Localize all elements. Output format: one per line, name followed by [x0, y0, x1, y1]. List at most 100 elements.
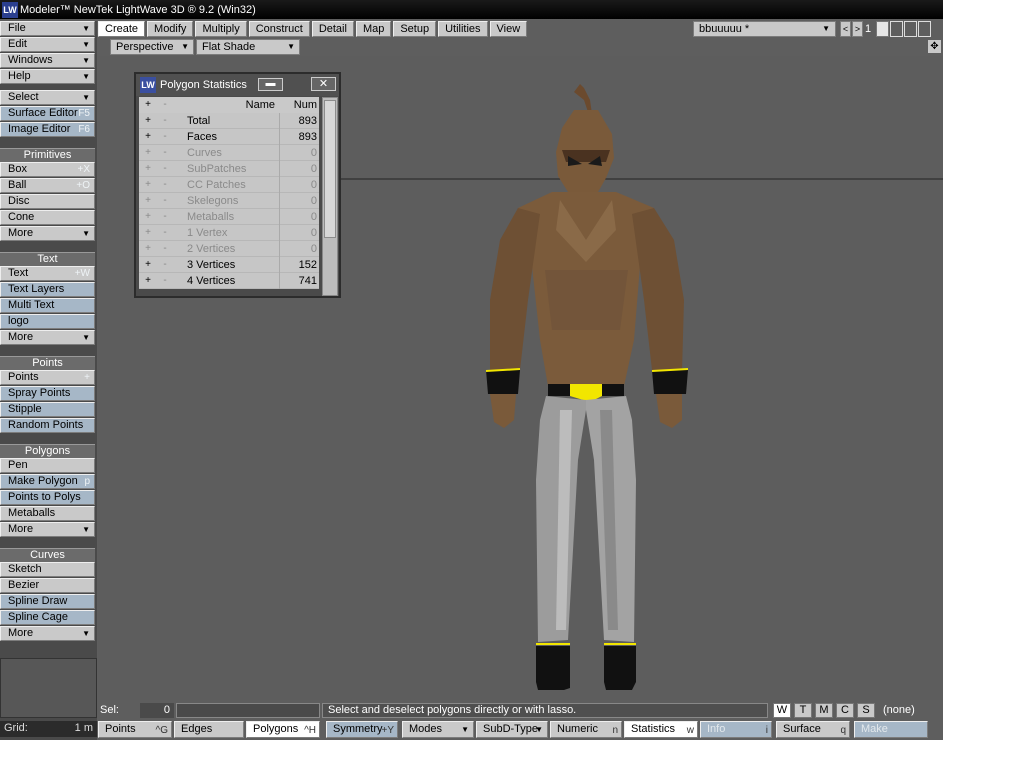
- scrollbar-thumb[interactable]: [324, 100, 336, 238]
- stats-row[interactable]: + - CC Patches 0: [139, 177, 319, 193]
- spray-points-button[interactable]: Spray Points: [0, 386, 95, 401]
- stats-panel-titlebar[interactable]: LW Polygon Statistics ▬ ✕: [136, 74, 339, 96]
- minimize-button[interactable]: ▬: [258, 78, 283, 91]
- polygons-mode-button[interactable]: Polygons ^H: [246, 721, 320, 738]
- row-select-plus[interactable]: +: [142, 273, 154, 289]
- polygon-statistics-panel[interactable]: LW Polygon Statistics ▬ ✕ + - Name Num +…: [134, 72, 341, 298]
- select-menu[interactable]: Select: [0, 90, 95, 105]
- sketch-button[interactable]: Sketch: [0, 562, 95, 577]
- edges-mode-button[interactable]: Edges: [174, 721, 244, 738]
- tab-map[interactable]: Map: [355, 21, 392, 37]
- tab-modify[interactable]: Modify: [147, 21, 194, 37]
- row-deselect-minus[interactable]: -: [159, 113, 171, 129]
- primitives-more-button[interactable]: More: [0, 226, 95, 241]
- row-select-plus[interactable]: +: [142, 257, 154, 273]
- layer-box-4[interactable]: [918, 21, 931, 37]
- stats-row[interactable]: + - 1 Vertex 0: [139, 225, 319, 241]
- stats-row[interactable]: + - 2 Vertices 0: [139, 241, 319, 257]
- multi-text-button[interactable]: Multi Text: [0, 298, 95, 313]
- bezier-button[interactable]: Bezier: [0, 578, 95, 593]
- row-deselect-minus[interactable]: -: [159, 193, 171, 209]
- points-button[interactable]: Points +: [0, 370, 95, 385]
- make-polygon-button[interactable]: Make Polygon p: [0, 474, 95, 489]
- cone-button[interactable]: Cone: [0, 210, 95, 225]
- stats-row[interactable]: + - Curves 0: [139, 145, 319, 161]
- row-deselect-minus[interactable]: -: [159, 161, 171, 177]
- row-select-plus[interactable]: +: [142, 241, 154, 257]
- make-button[interactable]: Make: [854, 721, 928, 738]
- row-select-plus[interactable]: +: [142, 129, 154, 145]
- next-layer-button[interactable]: >: [852, 21, 863, 37]
- tab-detail[interactable]: Detail: [311, 21, 354, 37]
- tab-view[interactable]: View: [489, 21, 528, 37]
- row-deselect-minus[interactable]: -: [159, 273, 171, 289]
- layer-box-1[interactable]: [876, 21, 889, 37]
- points-to-polys-button[interactable]: Points to Polys: [0, 490, 95, 505]
- text-more-button[interactable]: More: [0, 330, 95, 345]
- row-deselect-minus[interactable]: -: [159, 241, 171, 257]
- curves-more-button[interactable]: More: [0, 626, 95, 641]
- row-deselect-minus[interactable]: -: [159, 209, 171, 225]
- render-mode-dropdown[interactable]: Flat Shade: [196, 39, 300, 55]
- stats-row[interactable]: + - SubPatches 0: [139, 161, 319, 177]
- logo-button[interactable]: logo: [0, 314, 95, 329]
- image-editor-button[interactable]: Image Editor F6: [0, 122, 95, 137]
- row-deselect-minus[interactable]: -: [159, 257, 171, 273]
- subd-type-dropdown[interactable]: SubD-Type: [476, 721, 548, 738]
- wtmcs-t-button[interactable]: T: [794, 703, 812, 718]
- points-mode-button[interactable]: Points ^G: [98, 721, 172, 738]
- box-button[interactable]: Box +X: [0, 162, 95, 177]
- stats-row[interactable]: + - 4 Vertices 741: [139, 273, 319, 289]
- polygons-more-button[interactable]: More: [0, 522, 95, 537]
- tab-utilities[interactable]: Utilities: [438, 21, 488, 37]
- select-all-plus[interactable]: +: [142, 97, 154, 113]
- row-deselect-minus[interactable]: -: [159, 129, 171, 145]
- layer-box-3[interactable]: [904, 21, 917, 37]
- tab-multiply[interactable]: Multiply: [195, 21, 247, 37]
- row-select-plus[interactable]: +: [142, 161, 154, 177]
- move-viewport-icon[interactable]: ✥: [928, 40, 941, 53]
- surface-editor-button[interactable]: Surface Editor F5: [0, 106, 95, 121]
- text-layers-button[interactable]: Text Layers: [0, 282, 95, 297]
- row-select-plus[interactable]: +: [142, 209, 154, 225]
- windows-menu[interactable]: Windows: [0, 53, 95, 68]
- file-menu[interactable]: File: [0, 21, 95, 36]
- tab-setup[interactable]: Setup: [393, 21, 437, 37]
- text-button[interactable]: Text +W: [0, 266, 95, 281]
- metaballs-button[interactable]: Metaballs: [0, 506, 95, 521]
- help-menu[interactable]: Help: [0, 69, 95, 84]
- row-select-plus[interactable]: +: [142, 193, 154, 209]
- row-deselect-minus[interactable]: -: [159, 225, 171, 241]
- spline-draw-button[interactable]: Spline Draw: [0, 594, 95, 609]
- wtmcs-m-button[interactable]: M: [815, 703, 833, 718]
- close-button[interactable]: ✕: [311, 77, 336, 91]
- tab-construct[interactable]: Construct: [248, 21, 310, 37]
- surface-button[interactable]: Surface q: [776, 721, 850, 738]
- edit-menu[interactable]: Edit: [0, 37, 95, 52]
- row-deselect-minus[interactable]: -: [159, 145, 171, 161]
- statistics-button[interactable]: Statistics w: [624, 721, 698, 738]
- wtmcs-w-button[interactable]: W: [773, 703, 791, 718]
- wtmcs-c-button[interactable]: C: [836, 703, 854, 718]
- numeric-button[interactable]: Numeric n: [550, 721, 622, 738]
- deselect-all-minus[interactable]: -: [159, 97, 171, 113]
- modes-dropdown[interactable]: Modes: [402, 721, 474, 738]
- row-select-plus[interactable]: +: [142, 177, 154, 193]
- pen-button[interactable]: Pen: [0, 458, 95, 473]
- row-select-plus[interactable]: +: [142, 113, 154, 129]
- layer-box-2[interactable]: [890, 21, 903, 37]
- view-type-dropdown[interactable]: Perspective: [110, 39, 194, 55]
- disc-button[interactable]: Disc: [0, 194, 95, 209]
- stats-row[interactable]: + - Metaballs 0: [139, 209, 319, 225]
- stats-row[interactable]: + - Skelegons 0: [139, 193, 319, 209]
- prev-layer-button[interactable]: <: [840, 21, 851, 37]
- row-select-plus[interactable]: +: [142, 225, 154, 241]
- layer-object-select[interactable]: bbuuuuu *: [693, 21, 836, 37]
- stats-row[interactable]: + - Total 893: [139, 113, 319, 129]
- stats-row[interactable]: + - 3 Vertices 152: [139, 257, 319, 273]
- wtmcs-s-button[interactable]: S: [857, 703, 875, 718]
- stipple-button[interactable]: Stipple: [0, 402, 95, 417]
- stats-scrollbar[interactable]: [322, 97, 338, 296]
- info-button[interactable]: Info i: [700, 721, 772, 738]
- row-deselect-minus[interactable]: -: [159, 177, 171, 193]
